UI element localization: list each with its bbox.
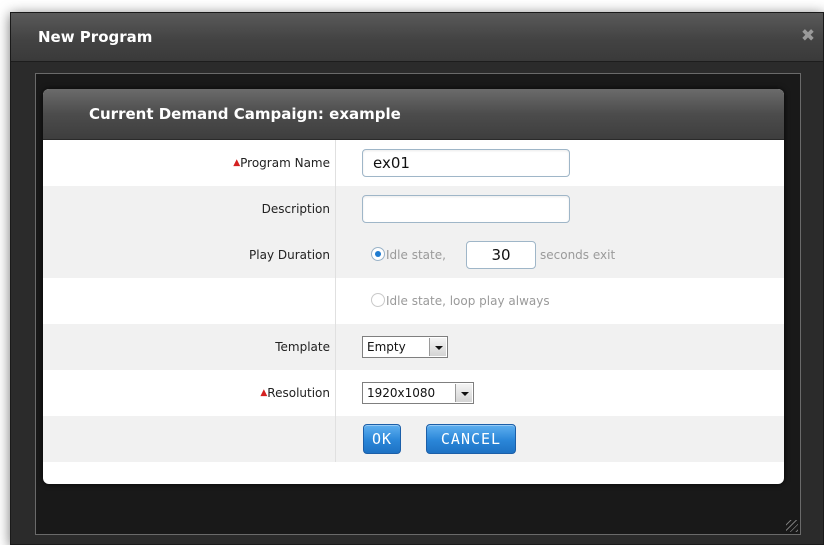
row-description: Description [43,186,784,232]
close-icon[interactable]: ✖ [799,27,817,45]
description-input[interactable] [362,195,570,223]
column-divider [335,186,336,232]
column-divider [335,232,336,278]
idle-exit-suffix: seconds exit [540,248,616,262]
row-play-duration-loop: Idle state, loop play always [43,278,784,324]
ok-button[interactable]: OK [363,424,401,454]
play-duration-label: Play Duration [249,248,330,262]
chevron-down-icon[interactable] [429,338,446,356]
resolution-select[interactable]: 1920x1080 [362,382,474,404]
column-divider [335,370,336,416]
resolution-label-text: Resolution [267,386,330,400]
resolution-selected-value: 1920x1080 [367,386,436,400]
column-divider [335,324,336,370]
idle-exit-prefix: Idle state, [386,248,446,262]
row-resolution: ▲Resolution 1920x1080 [43,370,784,416]
template-label: Template [275,340,330,354]
idle-exit-radio[interactable] [371,247,385,261]
resize-grip-icon[interactable] [786,520,798,532]
row-program-name: ▲Program Name [43,140,784,186]
description-label: Description [261,202,330,216]
program-form-dialog: Current Demand Campaign: example ▲Progra… [43,89,784,484]
seconds-input[interactable]: 30 [466,241,536,269]
idle-loop-label: Idle state, loop play always [386,294,550,308]
template-selected-value: Empty [367,340,406,354]
window-title: New Program [38,28,153,46]
resolution-label: ▲Resolution [260,370,330,416]
column-divider [335,140,336,186]
column-divider [335,416,336,462]
dialog-title: Current Demand Campaign: example [89,105,401,123]
chevron-down-icon[interactable] [455,384,472,402]
row-play-duration: Play Duration Idle state, 30 seconds exi… [43,232,784,278]
dialog-header: Current Demand Campaign: example [43,89,784,140]
template-select[interactable]: Empty [362,336,448,358]
window-titlebar[interactable]: New Program ✖ [11,13,823,62]
row-actions: OK CANCEL [43,416,784,462]
row-template: Template Empty [43,324,784,370]
program-name-input[interactable] [362,149,570,177]
column-divider [335,278,336,324]
program-name-label-text: Program Name [240,156,330,170]
idle-loop-radio[interactable] [371,293,385,307]
program-name-label: ▲Program Name [233,140,330,186]
cancel-button[interactable]: CANCEL [426,424,516,454]
